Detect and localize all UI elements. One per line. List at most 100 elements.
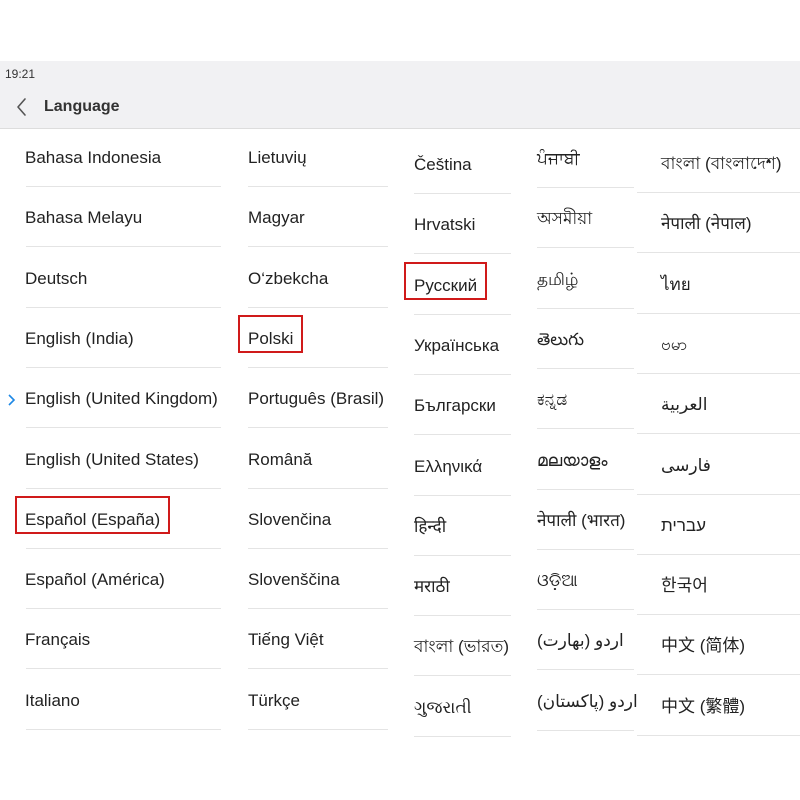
highlight-box [238,314,304,353]
language-item[interactable]: मराठी [414,568,511,628]
language-label: עברית [661,515,706,535]
language-item[interactable]: हिन्दी [414,508,511,568]
language-label: Bahasa Melayu [25,208,143,228]
row-divider [26,487,221,489]
language-item[interactable]: Čeština [414,146,511,206]
language-label: O‘zbekcha [248,268,329,288]
row-divider [248,668,388,670]
language-label: Українська [414,335,500,355]
language-item[interactable]: മലയാളം [537,442,634,502]
language-item[interactable]: Slovenščina [248,561,388,621]
highlight-box [404,261,488,300]
row-divider [26,608,221,610]
language-item[interactable]: Italiano [25,682,220,742]
language-item[interactable]: English (India) [25,320,220,380]
language-item[interactable]: Română [248,441,388,501]
language-item[interactable]: עברית [661,507,800,567]
row-divider [26,728,221,730]
language-label: Türkçe [248,690,300,710]
language-item[interactable]: Ελληνικά [414,448,511,508]
row-divider [414,193,511,194]
language-label: తెలుగు [537,329,584,349]
language-label: Română [248,449,313,469]
language-item[interactable]: తెలుగు [537,321,634,381]
row-divider [537,729,634,731]
language-label: বাংলা (বাংলাদেশ) [661,154,782,173]
language-item[interactable]: ਪੰਜਾਬੀ [537,140,634,200]
language-item[interactable]: বাংলা (বাংলাদেশ) [661,145,800,205]
language-label: ဗမာ [661,334,688,354]
chevron-left-icon [17,98,26,116]
language-item[interactable]: Български [414,387,511,447]
row-divider [26,366,221,368]
language-label: हिन्दी [414,516,447,536]
row-divider [414,434,511,436]
row-divider [26,186,221,187]
status-time: 19:21 [5,67,36,81]
language-item[interactable]: বাংলা (ভারত) [414,628,511,688]
row-divider [26,427,221,429]
language-item[interactable]: Português (Brasil) [248,380,388,440]
row-divider [248,246,388,248]
row-divider [414,373,511,375]
language-item[interactable]: Lietuvių [248,139,388,199]
language-item[interactable]: Français [25,621,220,681]
language-item[interactable]: Magyar [248,199,388,259]
language-item[interactable]: فارسی [661,447,800,507]
language-label: தமிழ் [537,269,579,289]
language-item[interactable]: Slovenčina [248,501,388,561]
row-divider [26,668,221,670]
language-item[interactable]: Español (América) [25,561,220,621]
language-item[interactable]: English (United Kingdom) [25,380,220,440]
language-item[interactable]: Українська [414,327,511,387]
language-item[interactable]: नेपाली (भारत) [537,502,634,562]
language-label: 中文 (繁體) [661,696,746,716]
language-item[interactable]: தமிழ் [537,261,634,321]
language-item[interactable]: অসমীয়া [537,200,634,260]
language-item[interactable]: ગુજરાતી [414,689,511,749]
row-divider [637,734,800,736]
language-item[interactable]: ಕನ್ನಡ [537,381,634,441]
row-divider [248,547,388,549]
language-item[interactable]: Tiếng Việt [248,621,388,681]
language-item[interactable]: العربية [661,386,800,446]
row-divider [637,372,800,374]
row-divider [414,253,511,255]
row-divider [637,433,800,435]
row-divider [537,488,634,490]
selected-check-icon [8,394,16,406]
row-divider [414,615,511,617]
language-label: 中文 (简体) [661,636,746,656]
language-label: Ελληνικά [414,456,483,476]
language-item[interactable]: ไทย [661,266,800,326]
language-label: മലയാളം [537,450,608,470]
back-button[interactable] [10,94,36,120]
language-item[interactable]: اردو (بھارت) [537,622,634,682]
row-divider [537,548,634,550]
language-item[interactable]: ဗမာ [661,326,800,386]
language-item[interactable]: Bahasa Melayu [25,199,220,259]
language-item[interactable]: Türkçe [248,682,388,742]
row-divider [637,252,800,254]
row-divider [537,367,634,369]
language-item[interactable]: English (United States) [25,441,220,501]
status-bar: 19:21 [0,61,800,86]
language-item[interactable]: नेपाली (नेपाल) [661,205,800,265]
row-divider [248,487,388,489]
row-divider [414,675,511,677]
language-item[interactable]: Bahasa Indonesia [25,139,220,199]
language-label: فارسی [661,455,711,475]
language-item[interactable]: Hrvatski [414,206,511,266]
language-item[interactable]: 中文 (繁體) [661,688,800,748]
language-item[interactable]: ଓଡ଼ିଆ [537,562,634,622]
row-divider [537,669,634,671]
language-item[interactable]: 한국어 [661,567,800,627]
language-item[interactable]: O‘zbekcha [248,260,388,320]
language-item[interactable]: اردو (پاکستان) [537,683,638,743]
language-label: 한국어 [661,576,708,596]
language-item[interactable]: 中文 (简体) [661,627,800,687]
language-label: ไทย [661,274,691,294]
language-label: Čeština [414,155,472,174]
language-item[interactable]: Deutsch [25,260,220,320]
row-divider [537,428,634,430]
